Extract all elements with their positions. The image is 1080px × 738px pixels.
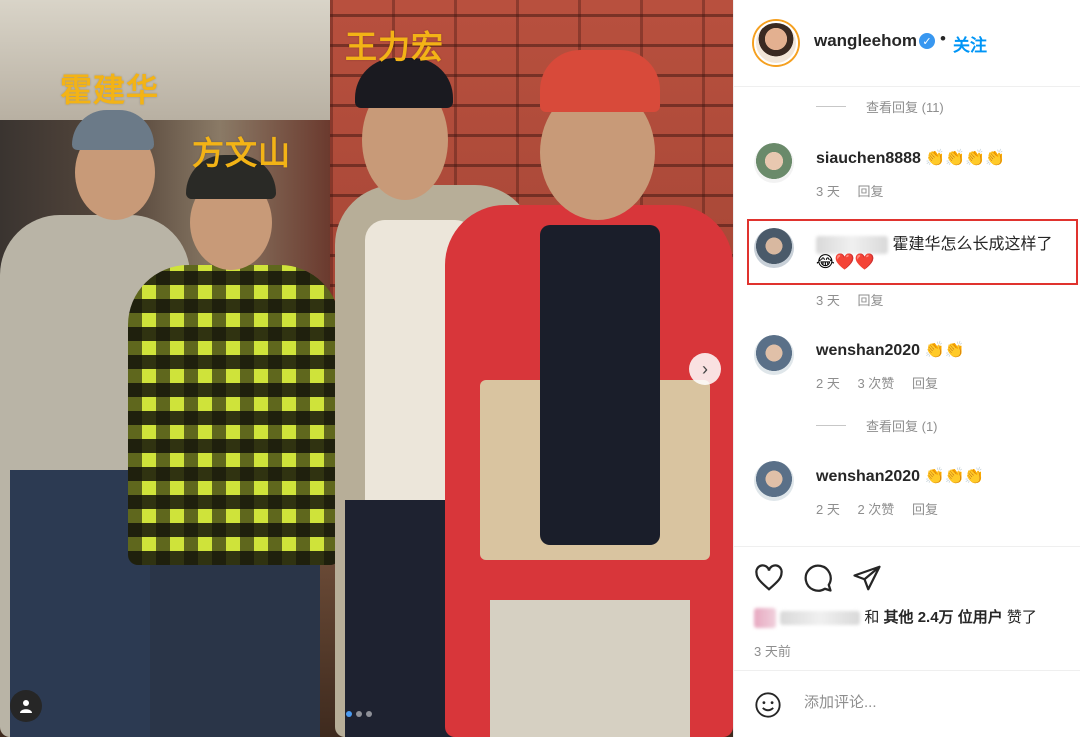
- view-replies-button[interactable]: 查看回复 (11): [816, 97, 944, 116]
- author-username[interactable]: wangleehom: [814, 31, 917, 51]
- comment-body: 霍建华怎么长成这样了: [816, 230, 1052, 254]
- comment-time: 3 天: [816, 293, 840, 308]
- share-icon[interactable]: [852, 563, 882, 593]
- carousel-dot: [356, 711, 362, 717]
- verified-icon: ✓: [919, 33, 935, 49]
- comment-text: 霍建华怎么长成这样了: [892, 236, 1053, 253]
- comment-icon[interactable]: [803, 563, 833, 593]
- person-4-legs: [490, 600, 690, 737]
- comment-username[interactable]: wenshan2020: [816, 342, 920, 359]
- divider-line: [816, 106, 846, 107]
- post-header: wangleehom ✓ • 关注: [734, 0, 1080, 87]
- comment-avatar[interactable]: [754, 228, 794, 268]
- emoji-icon[interactable]: [754, 691, 782, 719]
- reply-button[interactable]: 回复: [857, 293, 883, 308]
- carousel-dot: [366, 711, 372, 717]
- view-replies-button[interactable]: 查看回复 (1): [816, 416, 938, 435]
- comment-avatar[interactable]: [754, 335, 794, 375]
- comment-avatar[interactable]: [754, 143, 794, 183]
- add-comment-bar: [734, 670, 1080, 738]
- person-4-cap: [540, 50, 660, 112]
- comment-time: 3 天: [816, 184, 840, 199]
- reply-button[interactable]: 回复: [857, 184, 883, 199]
- comment-body: siauchen8888 👏👏👏👏: [816, 148, 1005, 168]
- likes-summary: 和 其他 2.4万 位用户 赞了: [754, 606, 1037, 629]
- label-person-1: 霍建华: [60, 71, 160, 109]
- user-tag-button[interactable]: [10, 690, 42, 722]
- comment-time: 2 天: [816, 376, 840, 391]
- likes-count[interactable]: 2 次赞: [857, 502, 894, 517]
- comment-username[interactable]: wenshan2020: [816, 468, 920, 485]
- comment-body: wenshan2020 👏👏: [816, 340, 964, 360]
- likes-others[interactable]: 其他 2.4万 位用户: [884, 609, 1003, 626]
- liker-avatar[interactable]: [754, 608, 776, 629]
- reply-button[interactable]: 回复: [912, 376, 938, 391]
- person-2-legs: [150, 540, 320, 737]
- post-actions: [734, 546, 1080, 592]
- user-tag-icon: [20, 700, 32, 713]
- comment-text: 👏👏👏👏: [925, 150, 1006, 167]
- comment-time: 2 天: [816, 502, 840, 517]
- comment-username[interactable]: siauchen8888: [816, 150, 921, 167]
- carousel-dot: [346, 711, 352, 717]
- comment-meta: 3 天 回复: [816, 181, 897, 200]
- follow-button[interactable]: 关注: [953, 31, 987, 56]
- comment-body: wenshan2020 👏👏👏: [816, 466, 984, 486]
- reply-button[interactable]: 回复: [912, 502, 938, 517]
- comment-input[interactable]: [802, 693, 1066, 712]
- view-replies-label: 查看回复 (1): [866, 419, 938, 434]
- person-4-shirt: [540, 225, 660, 545]
- likes-and: 和: [864, 609, 880, 626]
- label-person-3: 王力宏: [345, 28, 445, 66]
- comment-meta: 2 天 3 次赞 回复: [816, 373, 952, 392]
- likes-suffix: 赞了: [1006, 609, 1037, 626]
- comment-meta: 2 天 2 次赞 回复: [816, 499, 952, 518]
- label-person-2: 方文山: [192, 134, 292, 172]
- chevron-right-icon: ›: [702, 358, 708, 379]
- carousel-next-button[interactable]: ›: [689, 353, 721, 385]
- post-time: 3 天前: [754, 644, 791, 659]
- post-side-panel: wangleehom ✓ • 关注 查看回复 (11) siauchen8888…: [733, 0, 1080, 737]
- person-2-figure: [128, 265, 340, 565]
- divider-line: [816, 425, 846, 426]
- header-separator: •: [940, 29, 946, 48]
- comment-text: 👏👏👏: [924, 468, 985, 485]
- comment-meta: 3 天 回复: [816, 290, 897, 309]
- heart-icon[interactable]: [754, 563, 784, 593]
- likes-count[interactable]: 3 次赞: [857, 376, 894, 391]
- blurred-liker-name[interactable]: [780, 611, 861, 626]
- view-replies-label: 查看回复 (11): [866, 100, 944, 115]
- carousel-dots: [346, 711, 372, 717]
- comment-emoji: 😂❤️❤️: [816, 254, 875, 271]
- comment-avatar[interactable]: [754, 461, 794, 501]
- author-avatar[interactable]: [754, 21, 798, 65]
- post-photo[interactable]: 霍建华 方文山 王力宏 ›: [0, 0, 733, 737]
- comment-text: 👏👏: [924, 342, 965, 359]
